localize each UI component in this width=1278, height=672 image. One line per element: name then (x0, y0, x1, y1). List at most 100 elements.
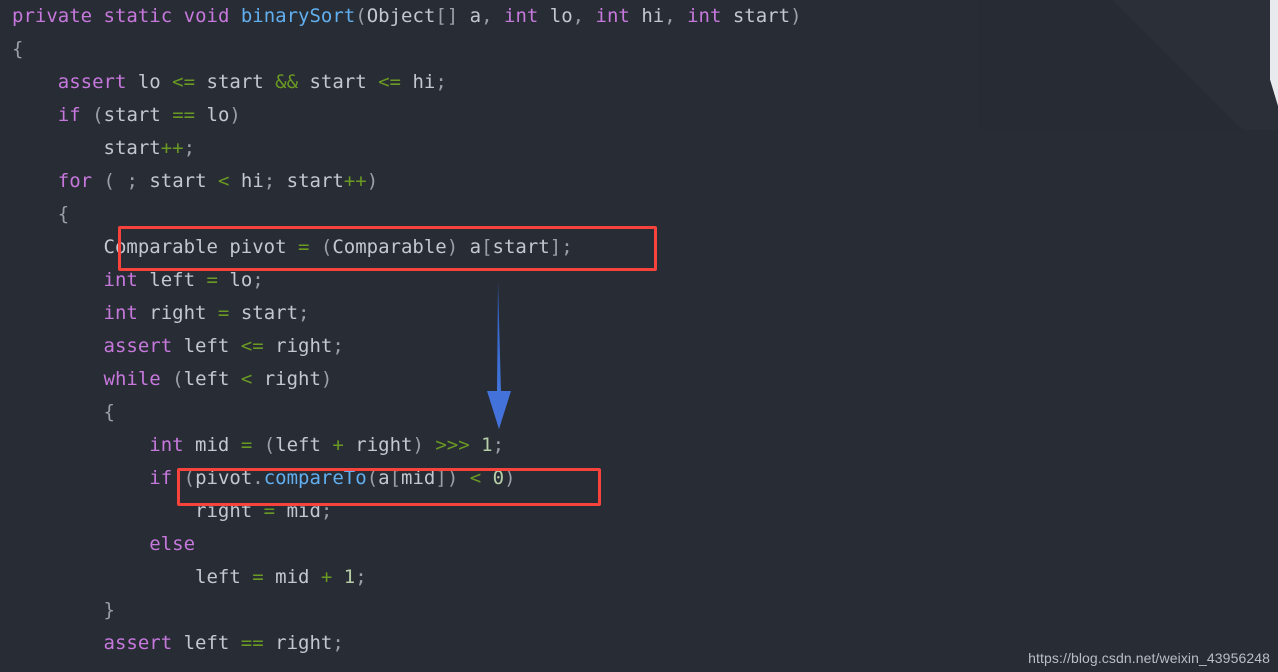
code-line: int right = start; (0, 297, 1278, 330)
code-token: start (137, 170, 218, 192)
code-token: Object (366, 5, 436, 27)
code-token: if (57, 104, 81, 126)
code-token: start (298, 71, 379, 93)
code-token: = (297, 236, 310, 258)
code-line: right = mid; (0, 495, 1278, 528)
code-token: start (492, 236, 550, 258)
code-token: ) (412, 434, 436, 456)
code-token: , (572, 5, 596, 27)
code-token: + (332, 434, 344, 456)
code-token: ( (103, 170, 115, 192)
code-editor-content[interactable]: private static void binarySort(Object[] … (0, 0, 1278, 660)
code-token: lo (126, 71, 173, 93)
code-line: } (0, 594, 1278, 627)
code-token: pivot (217, 236, 298, 258)
code-token: ( (366, 467, 379, 489)
code-token: pivot (195, 467, 253, 489)
code-token: ( (92, 104, 104, 126)
code-token: ; (126, 170, 138, 192)
code-token: <= (172, 71, 196, 93)
code-token: ; (492, 434, 505, 456)
code-token: left (275, 434, 333, 456)
code-token: a (469, 5, 482, 27)
code-token: hi (629, 5, 665, 27)
code-token: == (240, 632, 264, 654)
code-token: == (172, 104, 196, 126)
code-token: = (240, 434, 253, 456)
code-token: ; (183, 137, 196, 159)
code-token: } (103, 599, 115, 621)
code-token: = (206, 269, 218, 291)
code-token: else (149, 533, 196, 555)
code-token: ; (263, 170, 276, 192)
code-token: ] (549, 236, 562, 258)
code-token: assert (103, 335, 173, 357)
code-token: >>> (435, 434, 470, 456)
code-token: 1 (481, 434, 493, 456)
code-token: Comparable (332, 236, 447, 258)
code-token: int (103, 269, 138, 291)
code-token: ( (183, 467, 196, 489)
code-token: right (263, 632, 333, 654)
code-token: start (229, 302, 299, 324)
code-token: ++ (343, 170, 367, 192)
code-token: int (687, 5, 722, 27)
code-token: start (103, 137, 161, 159)
code-screenshot: private static void binarySort(Object[] … (0, 0, 1278, 672)
code-token: ; (332, 335, 344, 357)
code-line: { (0, 198, 1278, 231)
code-token: ; (320, 500, 333, 522)
code-token: assert (57, 71, 127, 93)
code-line: int left = lo; (0, 264, 1278, 297)
code-token: if (149, 467, 173, 489)
code-token: int (504, 5, 539, 27)
code-token: right (195, 500, 264, 522)
code-token: ; (252, 269, 264, 291)
code-token: assert (103, 632, 173, 654)
code-line: if (pivot.compareTo(a[mid]) < 0) (0, 462, 1278, 495)
code-line: { (0, 33, 1278, 66)
code-token: ) (320, 368, 333, 390)
code-token: ; (561, 236, 573, 258)
code-line: else (0, 528, 1278, 561)
code-token: a (469, 236, 482, 258)
code-token: left (172, 632, 241, 654)
code-token: private (12, 5, 93, 27)
code-token: hi (229, 170, 264, 192)
code-token: ) (790, 5, 802, 27)
code-token: ; (435, 71, 447, 93)
code-token: ) (504, 467, 516, 489)
code-token: . (252, 467, 264, 489)
code-token: int (103, 302, 138, 324)
code-line: int mid = (left + right) >>> 1; (0, 429, 1278, 462)
code-token: ; (355, 566, 367, 588)
code-token: [ (389, 467, 402, 489)
code-line: { (0, 396, 1278, 429)
code-line: left = mid + 1; (0, 561, 1278, 594)
code-token: ) (229, 104, 241, 126)
code-line: assert left <= right; (0, 330, 1278, 363)
code-token: start (275, 170, 344, 192)
code-token: ++ (160, 137, 184, 159)
code-token: right (137, 302, 218, 324)
code-token: { (57, 203, 70, 225)
code-token: < (240, 368, 253, 390)
